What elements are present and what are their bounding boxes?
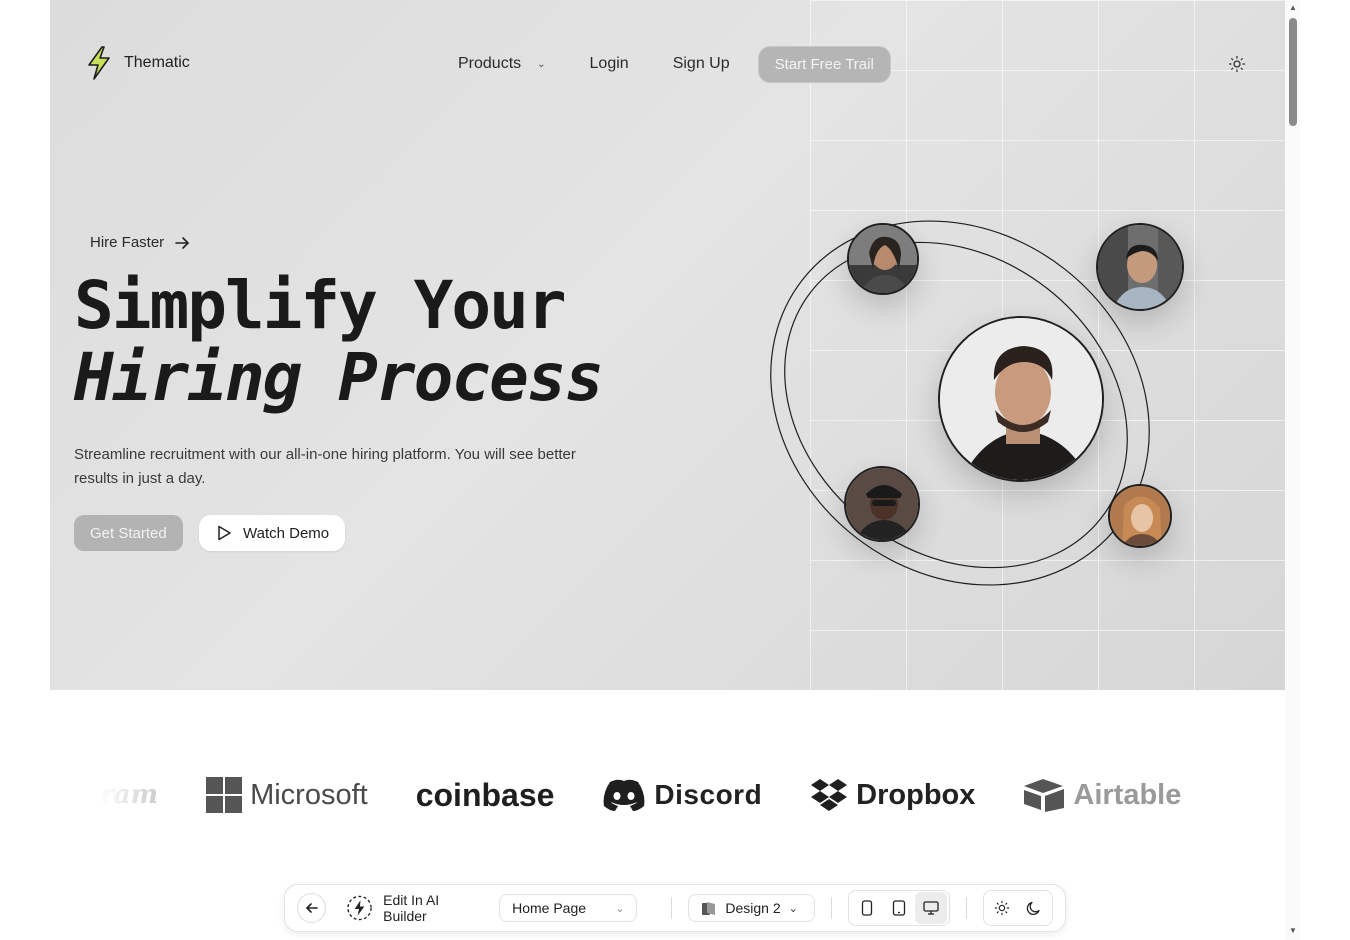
candidate-avatar-woman-jacket <box>847 223 919 295</box>
main-nav: Products ⌄ Login Sign Up Start Free Trai… <box>458 45 891 83</box>
desktop-icon[interactable] <box>915 892 948 924</box>
tablet-icon[interactable] <box>883 892 915 924</box>
discord-icon <box>604 779 645 811</box>
candidate-avatar-man-office <box>1096 223 1184 311</box>
toolbar-divider <box>671 897 673 919</box>
dropbox-icon <box>811 779 848 811</box>
page-select[interactable]: Home Page ⌄ <box>499 894 638 922</box>
tagline-text: Hire Faster <box>90 234 165 251</box>
nav-products-label: Products <box>458 55 522 72</box>
toolbar-divider <box>831 897 833 919</box>
partner-name: Microsoft <box>250 778 368 811</box>
hero-title: Simplify Your Hiring Process <box>74 267 604 416</box>
design-select-value: Design 2 <box>725 900 781 916</box>
hire-faster-link[interactable]: Hire Faster <box>90 234 190 251</box>
watch-demo-button[interactable]: Watch Demo <box>199 515 346 551</box>
sun-icon[interactable] <box>1228 55 1246 73</box>
back-button[interactable] <box>297 893 327 923</box>
candidate-avatar-man-hat <box>844 466 920 542</box>
partner-name: Discord <box>654 779 763 810</box>
chevron-down-icon: ⌄ <box>788 902 798 915</box>
partner-logo-microsoft: Microsoft <box>206 777 368 813</box>
design-select[interactable]: Design 2 ⌄ <box>688 894 816 922</box>
ai-builder-label: Edit In AI Builder <box>383 892 440 924</box>
partner-logo-dropbox: Dropbox <box>810 778 975 812</box>
scrollbar-thumb[interactable] <box>1289 18 1297 126</box>
partner-name: Airtable <box>1073 778 1182 811</box>
nav-login[interactable]: Login <box>590 55 629 73</box>
partner-logo-discord: Discord <box>602 778 762 812</box>
chevron-down-icon: ⌄ <box>615 902 625 915</box>
lightning-bolt-icon <box>88 46 110 80</box>
builder-toolbar: Edit In AI Builder Home Page ⌄ Design 2 … <box>284 884 1066 932</box>
partner-name: Dropbox <box>856 778 976 811</box>
scroll-down-icon[interactable]: ▼ <box>1289 926 1297 935</box>
vertical-scrollbar[interactable]: ▲ ▼ <box>1286 0 1300 940</box>
sun-icon[interactable] <box>986 892 1018 924</box>
mobile-icon[interactable] <box>851 892 883 924</box>
arrow-left-icon <box>305 903 318 913</box>
scroll-up-icon[interactable]: ▲ <box>1289 3 1297 12</box>
hero-subtitle: Streamline recruitment with our all-in-o… <box>74 446 576 487</box>
device-preview-group <box>848 890 951 926</box>
nav-products[interactable]: Products ⌄ <box>458 55 546 73</box>
candidate-avatar-woman-redhead <box>1108 484 1172 548</box>
edit-in-ai-builder-button[interactable]: Edit In AI Builder <box>346 892 483 924</box>
partner-logo-partial: ram <box>100 780 159 810</box>
hero-section: Thematic Products ⌄ Login Sign Up Start … <box>50 0 1285 690</box>
play-icon <box>218 525 231 541</box>
nav-signup[interactable]: Sign Up <box>673 55 730 73</box>
partner-name: coinbase <box>415 776 555 813</box>
hero-title-line2: Hiring Process <box>74 339 604 416</box>
start-free-trial-button[interactable]: Start Free Trail <box>757 45 891 83</box>
page-select-value: Home Page <box>512 900 587 916</box>
toolbar-divider <box>966 897 967 919</box>
partner-logo-airtable: Airtable <box>1023 778 1181 812</box>
theme-toggle-group <box>983 890 1053 926</box>
page: Thematic Products ⌄ Login Sign Up Start … <box>0 0 1350 940</box>
chevron-down-icon: ⌄ <box>537 58 546 70</box>
partner-logos: ram Microsoft coinbase Discord Dropbox A… <box>100 770 1250 820</box>
arrow-right-icon <box>175 236 189 249</box>
brand-logo[interactable]: Thematic <box>86 46 190 80</box>
watch-demo-label: Watch Demo <box>243 524 330 542</box>
get-started-button[interactable]: Get Started <box>74 515 183 551</box>
partner-logo-coinbase: coinbase <box>416 777 555 814</box>
moon-icon[interactable] <box>1018 892 1050 924</box>
ai-lightning-icon <box>347 895 372 921</box>
airtable-icon <box>1024 779 1065 812</box>
microsoft-icon <box>206 777 243 813</box>
design-layers-icon <box>702 902 716 915</box>
candidate-orbit-illustration <box>760 200 1184 620</box>
candidate-avatar-man-beard <box>938 316 1104 482</box>
hero-title-line1: Simplify Your <box>74 267 567 344</box>
brand-name: Thematic <box>124 54 190 71</box>
